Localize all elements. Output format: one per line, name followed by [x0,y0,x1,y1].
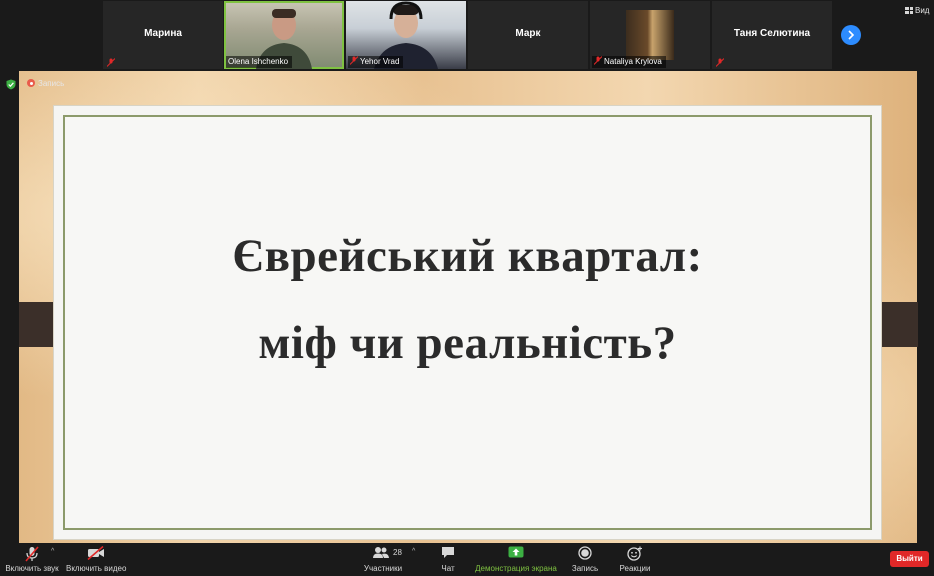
participants-label: Участники [363,564,403,573]
participants-count: 28 [393,548,402,557]
participant-name: Таня Селютина [733,28,811,39]
reactions-button[interactable]: Реакции [614,543,656,576]
chat-button[interactable]: Чат [430,543,466,576]
caret-up-icon: ^ [51,548,55,555]
view-label: Вид [915,6,930,15]
caret-up-icon: ^ [412,548,416,555]
slide-title-line2: міф чи реальність? [258,317,677,369]
mic-muted-icon [107,58,115,67]
share-screen-button[interactable]: Демонстрация экрана [474,543,558,576]
presentation-slide: Єврейський квартал: міф чи реальність? [54,106,881,539]
view-grid-icon [905,7,913,14]
participant-tile-mark[interactable]: Марк [468,1,588,69]
participant-tile-olena[interactable]: Olena Ishchenko [224,1,344,69]
start-video-label: Включить видео [66,564,127,573]
participant-name: Yehor Vrad [360,57,400,66]
participant-name: Olena Ishchenko [228,57,289,66]
participant-label: Yehor Vrad [348,56,404,68]
audio-options-caret[interactable]: ^ [49,543,59,576]
mic-muted-icon [350,56,358,65]
shield-icon[interactable] [6,79,16,90]
participant-name: Марк [515,28,541,39]
participant-name: Nataliya Krylova [604,57,662,66]
chat-icon [442,547,454,558]
reactions-icon [627,546,642,561]
next-page-icon [848,30,855,40]
share-screen-label: Демонстрация экрана [475,564,557,573]
participants-icon [373,547,389,558]
slide-frame: Єврейський квартал: міф чи реальність? [63,115,872,530]
participant-tile-tanya[interactable]: Таня Селютина [712,1,832,69]
mic-muted-icon [716,58,724,67]
participant-tile-marina[interactable]: Марина [103,1,223,69]
mic-muted-icon [25,546,39,562]
mic-muted-icon [594,56,602,65]
chat-label: Чат [441,564,455,573]
participant-tile-yehor[interactable]: Yehor Vrad [346,1,466,69]
participant-tile-nataliya[interactable]: Nataliya Krylova [590,1,710,69]
record-icon [578,546,592,560]
recording-indicator[interactable]: Запись [27,79,64,88]
reactions-label: Реакции [619,564,651,573]
participant-label: Olena Ishchenko [226,56,293,68]
participant-strip: Марина Olena Ishchenko Yehor Vrad Марк N… [0,0,934,70]
participants-button[interactable]: 28 Участники [362,543,404,576]
share-screen-icon [508,546,524,558]
participant-video [626,10,674,60]
record-button[interactable]: Запись [566,543,604,576]
participant-name: Марина [144,28,182,39]
view-button[interactable]: Вид [905,6,929,15]
record-label: Запись [571,564,599,573]
video-off-icon [87,546,104,560]
participants-options-caret[interactable]: ^ [410,543,420,576]
recording-label: Запись [38,79,65,88]
start-video-button[interactable]: Включить видео [66,543,126,576]
leave-meeting-button[interactable]: Выйти [890,551,929,567]
next-page-button[interactable] [841,25,861,45]
meeting-toolbar: Включить звук ^ Включить видео 28 Участн… [0,543,934,576]
recording-dot-icon [27,79,35,87]
participant-label: Nataliya Krylova [592,56,666,68]
slide-title-line1: Єврейський квартал: [232,230,703,282]
